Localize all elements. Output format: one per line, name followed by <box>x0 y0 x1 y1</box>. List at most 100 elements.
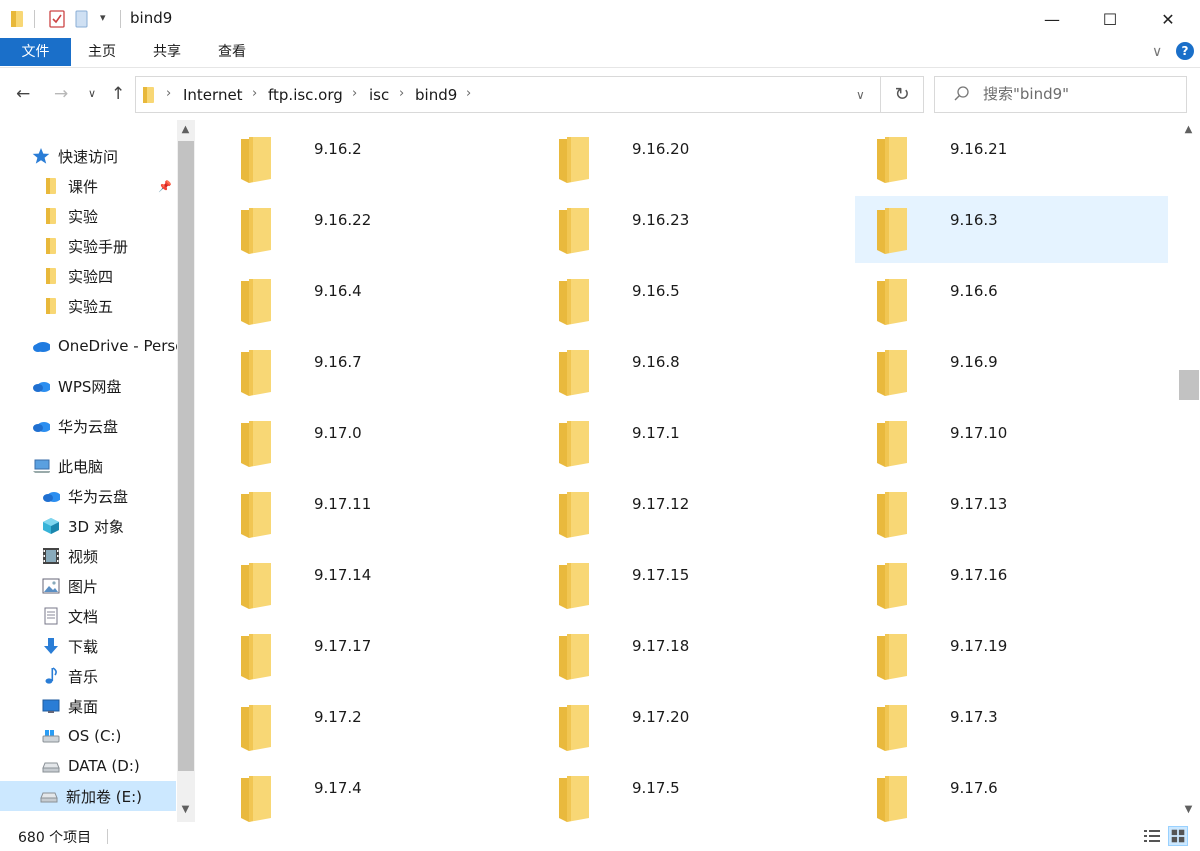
folder-name: 9.17.0 <box>314 424 362 442</box>
nav-item-experiment-four[interactable]: 实验四 <box>42 261 195 291</box>
folder-item[interactable]: 9.16.6 <box>855 267 1168 334</box>
scroll-up-icon[interactable]: ▲ <box>177 124 194 135</box>
breadcrumb-chevron-icon[interactable]: › <box>466 86 471 101</box>
breadcrumb-ftp-isc-org[interactable]: ftp.isc.org <box>268 86 343 104</box>
folder-item[interactable]: 9.17.19 <box>855 622 1168 689</box>
folder-item[interactable]: 9.16.9 <box>855 338 1168 405</box>
nav-huawei-cloud[interactable]: 华为云盘 <box>32 411 195 441</box>
scroll-down-icon[interactable]: ▼ <box>1180 804 1197 815</box>
folder-item[interactable]: 9.17.1 <box>537 409 850 476</box>
film-icon <box>42 547 60 565</box>
tab-file[interactable]: 文件 <box>0 38 71 66</box>
nav-label: 图片 <box>68 577 99 596</box>
folder-item[interactable]: 9.17.12 <box>537 480 850 547</box>
folder-item[interactable]: 9.16.20 <box>537 125 850 192</box>
folder-item[interactable]: 9.17.11 <box>219 480 532 547</box>
folder-icon <box>559 705 589 751</box>
scroll-up-icon[interactable]: ▲ <box>1180 124 1197 135</box>
folder-item[interactable]: 9.16.8 <box>537 338 850 405</box>
recent-locations-button[interactable]: ∨ <box>88 87 96 100</box>
nav-item-lab-manual[interactable]: 实验手册 <box>42 231 195 261</box>
new-folder-icon[interactable] <box>74 9 90 29</box>
nav-desktop[interactable]: 桌面 <box>42 691 195 721</box>
folder-item[interactable]: 9.17.15 <box>537 551 850 618</box>
breadcrumb-chevron-icon[interactable]: › <box>252 86 257 101</box>
nav-drive-e[interactable]: 新加卷 (E:) <box>0 781 176 811</box>
search-input[interactable] <box>983 85 1178 103</box>
folder-item[interactable]: 9.16.22 <box>219 196 532 263</box>
folder-item[interactable]: 9.17.5 <box>537 764 850 822</box>
properties-icon[interactable] <box>48 9 66 29</box>
customize-qat-icon[interactable]: ▾ <box>100 11 106 31</box>
nav-pc-huawei-cloud[interactable]: 华为云盘 <box>42 481 195 511</box>
nav-scroll-thumb[interactable] <box>178 141 194 771</box>
folder-item[interactable]: 9.16.3 <box>855 196 1168 263</box>
folder-item[interactable]: 9.17.0 <box>219 409 532 476</box>
refresh-button[interactable]: ↻ <box>881 76 924 113</box>
folder-item[interactable]: 9.17.2 <box>219 693 532 760</box>
nav-item-experiment-five[interactable]: 实验五 <box>42 291 195 321</box>
nav-downloads[interactable]: 下载 <box>42 631 195 661</box>
breadcrumb-isc[interactable]: isc <box>369 86 389 104</box>
up-button[interactable]: ↑ <box>111 84 125 104</box>
nav-quick-access[interactable]: 快速访问 <box>32 141 195 171</box>
folder-item[interactable]: 9.17.16 <box>855 551 1168 618</box>
folder-name: 9.17.12 <box>632 495 690 513</box>
content-scrollbar[interactable]: ▲ ▼ <box>1178 120 1200 822</box>
folder-item[interactable]: 9.17.13 <box>855 480 1168 547</box>
minimize-button[interactable]: — <box>1029 0 1075 38</box>
folder-item[interactable]: 9.16.7 <box>219 338 532 405</box>
nav-pictures[interactable]: 图片 <box>42 571 195 601</box>
pin-icon[interactable]: 📌 <box>158 180 172 193</box>
folder-item[interactable]: 9.17.20 <box>537 693 850 760</box>
help-icon[interactable]: ? <box>1176 42 1194 60</box>
nav-scrollbar[interactable]: ▲ ▼ <box>177 120 195 822</box>
nav-drive-c[interactable]: OS (C:) <box>42 721 195 751</box>
tab-home[interactable]: 主页 <box>74 38 130 66</box>
nav-item-courseware[interactable]: 课件 <box>42 171 195 201</box>
folder-item[interactable]: 9.17.14 <box>219 551 532 618</box>
nav-music[interactable]: 音乐 <box>42 661 195 691</box>
address-dropdown-icon[interactable]: ∨ <box>856 88 865 102</box>
address-bar[interactable]: › Internet › ftp.isc.org › isc › bind9 ›… <box>135 76 881 113</box>
folder-item[interactable]: 9.17.6 <box>855 764 1168 822</box>
folder-icon <box>143 87 154 103</box>
forward-button[interactable]: → <box>54 84 68 104</box>
content-scroll-thumb[interactable] <box>1179 370 1199 400</box>
back-button[interactable]: ← <box>16 84 30 104</box>
nav-this-pc[interactable]: 此电脑 <box>32 451 195 481</box>
folder-item[interactable]: 9.16.2 <box>219 125 532 192</box>
folder-item[interactable]: 9.17.10 <box>855 409 1168 476</box>
breadcrumb-chevron-icon[interactable]: › <box>166 86 171 101</box>
folder-item[interactable]: 9.17.4 <box>219 764 532 822</box>
folder-item[interactable]: 9.16.21 <box>855 125 1168 192</box>
breadcrumb-chevron-icon[interactable]: › <box>352 86 357 101</box>
folder-item[interactable]: 9.16.5 <box>537 267 850 334</box>
drive-icon <box>42 757 60 775</box>
folder-item[interactable]: 9.17.3 <box>855 693 1168 760</box>
breadcrumb-internet[interactable]: Internet <box>183 86 243 104</box>
nav-drive-d[interactable]: DATA (D:) <box>42 751 195 781</box>
nav-wps-drive[interactable]: WPS网盘 <box>32 371 195 401</box>
maximize-button[interactable]: ☐ <box>1087 0 1133 38</box>
scroll-down-icon[interactable]: ▼ <box>177 804 194 815</box>
tab-share[interactable]: 共享 <box>139 38 195 66</box>
nav-item-experiment[interactable]: 实验 <box>42 201 195 231</box>
search-box[interactable] <box>934 76 1187 113</box>
folder-item[interactable]: 9.17.18 <box>537 622 850 689</box>
tiles-view-icon[interactable] <box>1168 826 1188 846</box>
nav-3d-objects[interactable]: 3D 对象 <box>42 511 195 541</box>
nav-documents[interactable]: 文档 <box>42 601 195 631</box>
folder-item[interactable]: 9.17.17 <box>219 622 532 689</box>
expand-ribbon-icon[interactable]: ∨ <box>1152 44 1162 60</box>
close-button[interactable]: ✕ <box>1145 0 1191 38</box>
nav-videos[interactable]: 视频 <box>42 541 195 571</box>
folder-item[interactable]: 9.16.4 <box>219 267 532 334</box>
folder-item[interactable]: 9.16.23 <box>537 196 850 263</box>
breadcrumb-chevron-icon[interactable]: › <box>399 86 404 101</box>
nav-label: 实验 <box>68 207 99 226</box>
details-view-icon[interactable] <box>1142 826 1162 846</box>
nav-onedrive[interactable]: OneDrive - Perso <box>32 331 195 361</box>
tab-view[interactable]: 查看 <box>204 38 260 66</box>
breadcrumb-bind9[interactable]: bind9 <box>415 86 457 104</box>
